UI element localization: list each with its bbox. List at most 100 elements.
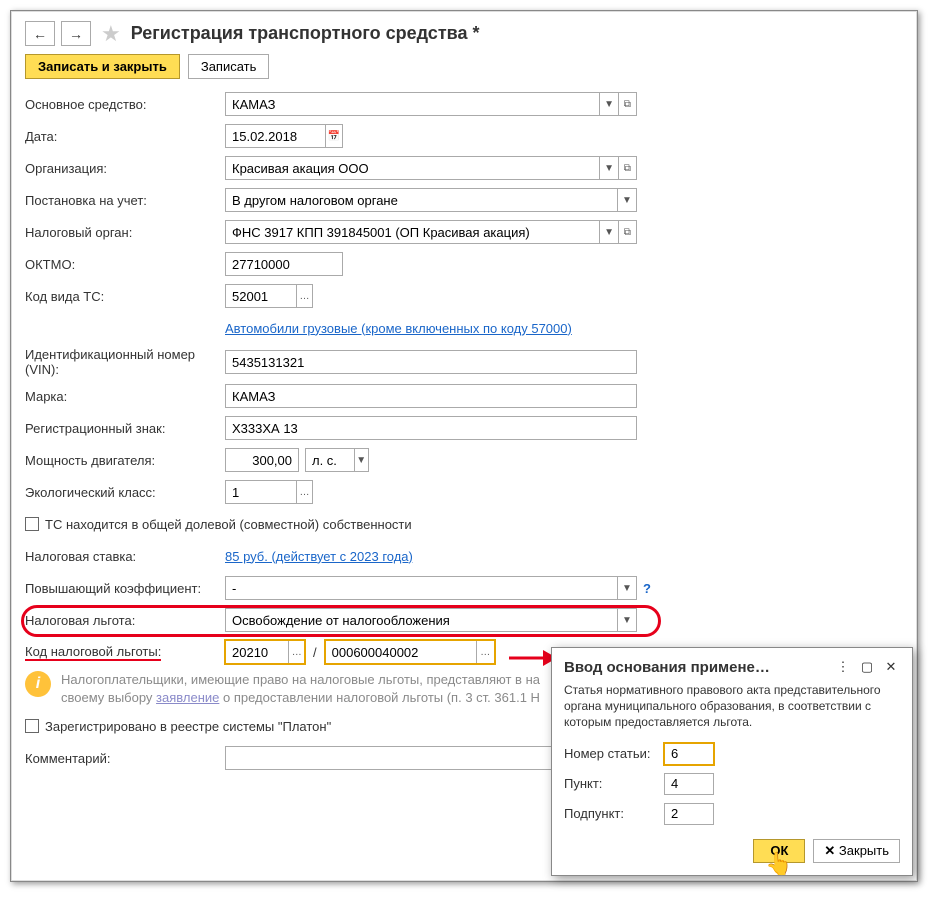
save-button[interactable]: Записать xyxy=(188,54,270,79)
lookup-icon[interactable]: … xyxy=(476,641,494,663)
open-icon[interactable]: ⧉ xyxy=(618,93,636,115)
power-field[interactable] xyxy=(225,448,299,472)
date-label: Дата: xyxy=(25,129,225,144)
ts-code-field[interactable]: … xyxy=(225,284,313,308)
coef-field[interactable]: ▼ xyxy=(225,576,637,600)
maximize-icon[interactable]: ▢ xyxy=(858,658,876,676)
article-label: Номер статьи: xyxy=(564,746,658,761)
article-field[interactable] xyxy=(664,743,714,765)
tax-auth-input[interactable] xyxy=(226,221,599,243)
hint-link[interactable]: заявление xyxy=(156,690,219,705)
forward-button[interactable]: → xyxy=(61,21,91,46)
benefit-field[interactable]: ▼ xyxy=(225,608,637,632)
save-close-button[interactable]: Записать и закрыть xyxy=(25,54,180,79)
benefit-input[interactable] xyxy=(226,609,617,631)
benefit-code2-field[interactable]: … xyxy=(325,640,495,664)
x-icon: ✕ xyxy=(824,843,839,858)
help-icon[interactable]: ? xyxy=(643,581,651,596)
point-field[interactable] xyxy=(664,773,714,795)
subpoint-input[interactable] xyxy=(665,804,713,824)
reg-field[interactable]: ▼ xyxy=(225,188,637,212)
vin-input[interactable] xyxy=(226,351,636,373)
calendar-icon[interactable]: 📅 xyxy=(325,125,342,147)
reg-label: Постановка на учет: xyxy=(25,193,225,208)
open-icon[interactable]: ⧉ xyxy=(618,157,636,179)
hint-line2b: о предоставлении налоговой льготы (п. 3 … xyxy=(219,690,540,705)
oktmo-field[interactable] xyxy=(225,252,343,276)
ts-code-desc-link[interactable]: Автомобили грузовые (кроме включенных по… xyxy=(225,321,572,336)
lookup-icon[interactable]: … xyxy=(288,641,304,663)
ts-code-label: Код вида ТС: xyxy=(25,289,225,304)
ok-button[interactable]: ОК xyxy=(753,839,805,863)
platon-checkbox[interactable] xyxy=(25,719,39,733)
benefit-code-label: Код налоговой льготы: xyxy=(25,644,161,661)
menu-icon[interactable]: ⋮ xyxy=(834,658,852,676)
main-window: ← → ★ Регистрация транспортного средства… xyxy=(10,10,918,882)
plate-input[interactable] xyxy=(226,417,636,439)
eco-label: Экологический класс: xyxy=(25,485,225,500)
tax-auth-label: Налоговый орган: xyxy=(25,225,225,240)
brand-input[interactable] xyxy=(226,385,636,407)
coef-label: Повышающий коэффициент: xyxy=(25,581,225,596)
platon-label: Зарегистрировано в реестре системы "Плат… xyxy=(45,719,331,734)
dropdown-icon[interactable]: ▼ xyxy=(599,221,617,243)
plate-label: Регистрационный знак: xyxy=(25,421,225,436)
subpoint-field[interactable] xyxy=(664,803,714,825)
asset-field[interactable]: ▼ ⧉ xyxy=(225,92,637,116)
open-icon[interactable]: ⧉ xyxy=(618,221,636,243)
benefit-label: Налоговая льгота: xyxy=(25,613,225,628)
point-label: Пункт: xyxy=(564,776,658,791)
benefit-code2-input[interactable] xyxy=(326,641,476,663)
shared-label: ТС находится в общей долевой (совместной… xyxy=(45,517,412,532)
basis-popup: Ввод основания примене… ⋮ ▢ ✕ Статья нор… xyxy=(551,647,913,876)
vin-label: Идентификационный номер (VIN): xyxy=(25,347,225,377)
close-button[interactable]: ✕ Закрыть xyxy=(813,839,900,863)
dropdown-icon[interactable]: ▼ xyxy=(599,93,617,115)
benefit-code1-field[interactable]: … xyxy=(225,640,305,664)
vin-field[interactable] xyxy=(225,350,637,374)
power-unit-input[interactable] xyxy=(306,449,354,471)
asset-label: Основное средство: xyxy=(25,97,225,112)
favorite-icon[interactable]: ★ xyxy=(97,23,125,45)
article-input[interactable] xyxy=(665,744,713,764)
dropdown-icon[interactable]: ▼ xyxy=(617,577,636,599)
window-title: Регистрация транспортного средства * xyxy=(131,23,480,44)
rate-label: Налоговая ставка: xyxy=(25,549,225,564)
back-button[interactable]: ← xyxy=(25,21,55,46)
benefit-code1-input[interactable] xyxy=(226,641,288,663)
dropdown-icon[interactable]: ▼ xyxy=(354,449,369,471)
comment-label: Комментарий: xyxy=(25,751,225,766)
reg-input[interactable] xyxy=(226,189,617,211)
rate-link[interactable]: 85 руб. (действует с 2023 года) xyxy=(225,549,413,564)
power-input[interactable] xyxy=(226,449,298,471)
lookup-icon[interactable]: … xyxy=(296,285,312,307)
org-input[interactable] xyxy=(226,157,599,179)
eco-field[interactable]: … xyxy=(225,480,313,504)
dropdown-icon[interactable]: ▼ xyxy=(617,189,636,211)
brand-label: Марка: xyxy=(25,389,225,404)
dropdown-icon[interactable]: ▼ xyxy=(599,157,617,179)
tax-auth-field[interactable]: ▼ ⧉ xyxy=(225,220,637,244)
dropdown-icon[interactable]: ▼ xyxy=(617,609,636,631)
subpoint-label: Подпункт: xyxy=(564,806,658,821)
org-field[interactable]: ▼ ⧉ xyxy=(225,156,637,180)
date-field[interactable]: 📅 xyxy=(225,124,343,148)
ts-code-input[interactable] xyxy=(226,285,296,307)
eco-input[interactable] xyxy=(226,481,296,503)
hint-line1: Налогоплательщики, имеющие право на нало… xyxy=(61,672,540,687)
asset-input[interactable] xyxy=(226,93,599,115)
popup-desc: Статья нормативного правового акта предс… xyxy=(564,682,900,731)
coef-input[interactable] xyxy=(226,577,617,599)
point-input[interactable] xyxy=(665,774,713,794)
brand-field[interactable] xyxy=(225,384,637,408)
date-input[interactable] xyxy=(226,125,325,147)
power-label: Мощность двигателя: xyxy=(25,453,225,468)
shared-checkbox[interactable] xyxy=(25,517,39,531)
hint-line2a: своему выбору xyxy=(61,690,156,705)
power-unit-field[interactable]: ▼ xyxy=(305,448,369,472)
close-icon[interactable]: ✕ xyxy=(882,658,900,676)
plate-field[interactable] xyxy=(225,416,637,440)
lookup-icon[interactable]: … xyxy=(296,481,312,503)
oktmo-input[interactable] xyxy=(226,253,342,275)
org-label: Организация: xyxy=(25,161,225,176)
